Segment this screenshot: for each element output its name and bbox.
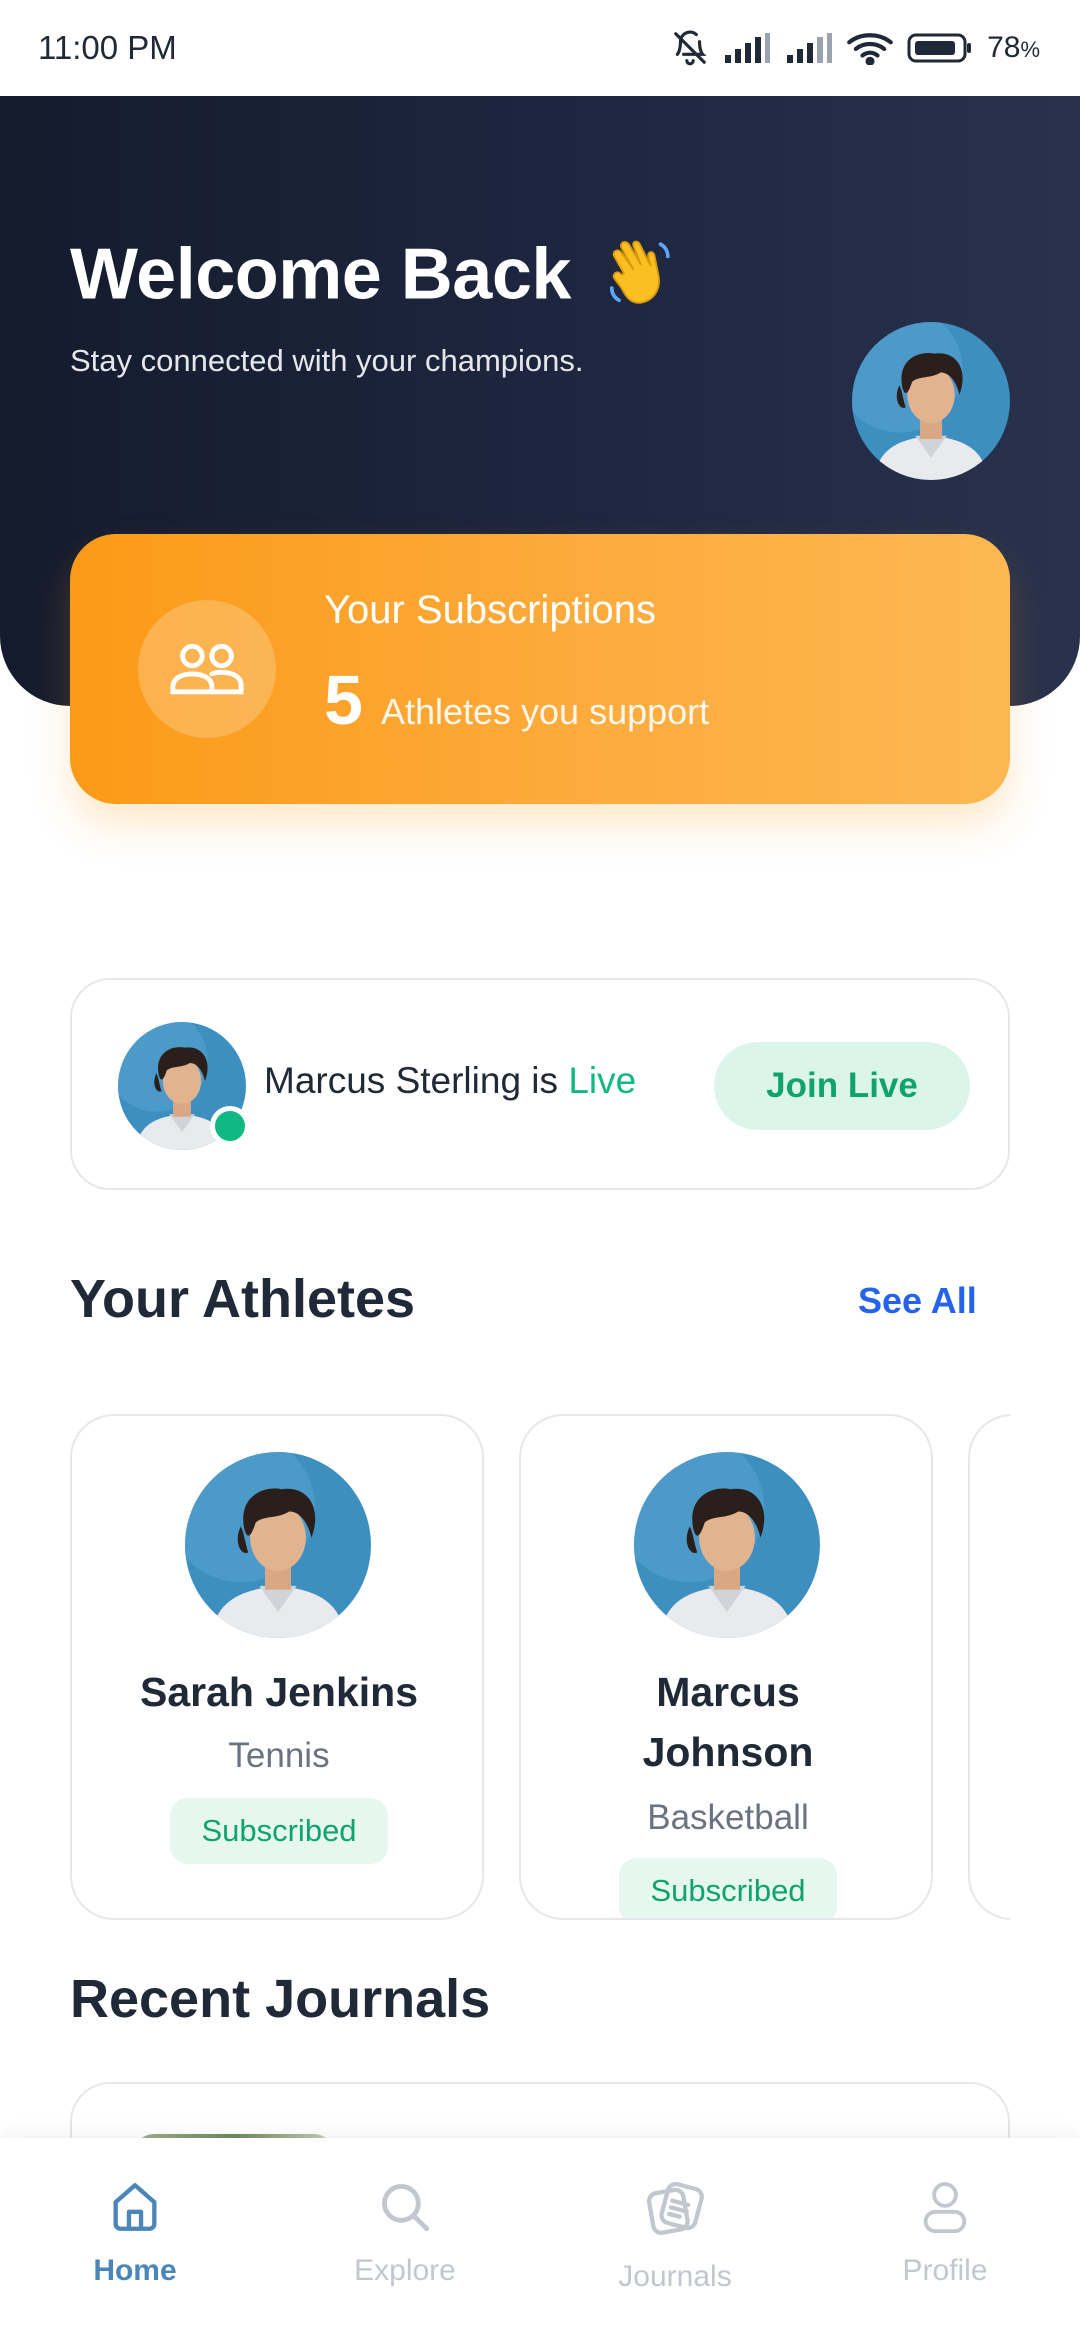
- journal-icon: [643, 2178, 707, 2242]
- status-badge: Subscribed: [170, 1798, 388, 1864]
- avatar: [185, 1452, 371, 1638]
- nav-label: Journals: [618, 2260, 732, 2293]
- page-subtitle: Stay connected with your champions.: [70, 343, 584, 378]
- nav-home[interactable]: Home: [0, 2138, 270, 2340]
- athlete-sport: Tennis: [228, 1736, 330, 1775]
- live-banner[interactable]: Marcus Sterling is Live Join Live: [70, 978, 1010, 1190]
- battery-percent: 78%: [987, 31, 1040, 64]
- nav-profile[interactable]: Profile: [810, 2138, 1080, 2340]
- waving-hand-icon: [602, 232, 680, 327]
- users-icon: [138, 600, 276, 738]
- status-icons: 78%: [671, 29, 1040, 67]
- nav-label: Home: [93, 2254, 177, 2287]
- subscriptions-count: 5: [324, 661, 363, 739]
- subscriptions-card[interactable]: Your Subscriptions 5 Athletes you suppor…: [70, 534, 1010, 804]
- subscriptions-label: Athletes you support: [380, 691, 710, 732]
- athlete-sport: Basketball: [647, 1798, 809, 1837]
- battery-icon: [907, 32, 973, 64]
- athletes-section-title: Your Athletes: [70, 1269, 416, 1329]
- bell-off-icon: [671, 29, 709, 67]
- status-badge: Subscribed: [619, 1858, 837, 1918]
- scroll-edge: [1010, 1400, 1080, 1940]
- home-icon: [106, 2178, 164, 2236]
- athlete-card[interactable]: Marcus Johnson Basketball Subscribed: [519, 1414, 933, 1920]
- journals-section-title: Recent Journals: [70, 1969, 491, 2029]
- avatar[interactable]: [852, 322, 1010, 480]
- athlete-card[interactable]: Sarah Jenkins Tennis Subscribed: [70, 1414, 484, 1920]
- wifi-icon: [847, 31, 893, 65]
- subscriptions-title: Your Subscriptions: [324, 588, 657, 632]
- bottom-nav: Home Explore Journals Profile: [0, 2138, 1080, 2340]
- status-bar: 11:00 PM 78%: [0, 0, 1080, 96]
- signal-icon: [785, 33, 833, 63]
- avatar: [634, 1452, 820, 1638]
- nav-label: Explore: [354, 2254, 456, 2287]
- user-icon: [916, 2178, 974, 2236]
- nav-label: Profile: [902, 2254, 988, 2287]
- signal-icon: [723, 33, 771, 63]
- live-status-dot: [210, 1106, 250, 1146]
- live-text: Marcus Sterling is Live: [264, 1060, 637, 1101]
- search-icon: [376, 2178, 434, 2236]
- nav-journals[interactable]: Journals: [540, 2138, 810, 2340]
- athlete-name: Sarah Jenkins: [139, 1669, 419, 1715]
- join-live-button[interactable]: Join Live: [714, 1042, 970, 1130]
- status-time: 11:00 PM: [38, 29, 177, 66]
- athlete-name: Marcus Johnson: [642, 1669, 814, 1775]
- subscriptions-count-row: 5 Athletes you support: [324, 660, 709, 740]
- see-all-link[interactable]: See All: [858, 1280, 977, 1322]
- page-title: Welcome Back: [70, 232, 680, 327]
- nav-explore[interactable]: Explore: [270, 2138, 540, 2340]
